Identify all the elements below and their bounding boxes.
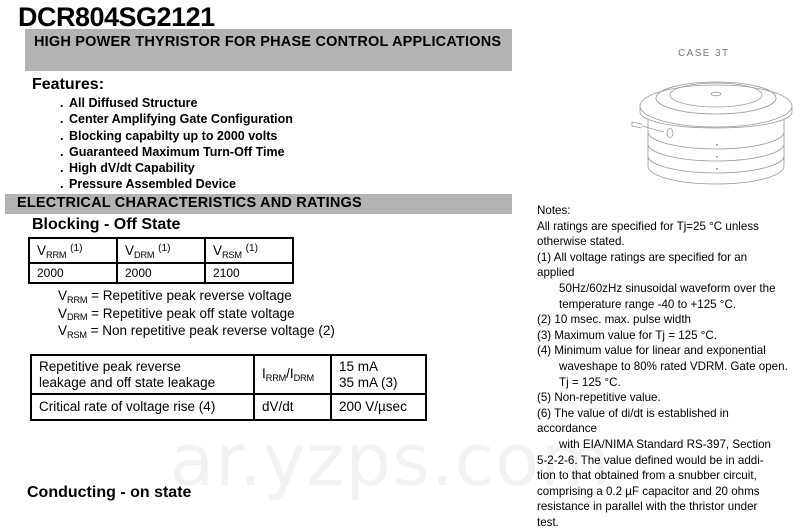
list-item: . All Diffused Structure: [60, 95, 480, 111]
legend-row: VRSM = Non repetitive peak reverse volta…: [58, 323, 335, 341]
list-item: . High dV/dt Capability: [60, 160, 480, 176]
notes-heading: Notes:: [537, 204, 571, 217]
symbol: V: [125, 243, 135, 258]
list-item: . Blocking capabilty up to 2000 volts: [60, 128, 480, 144]
symbol: V: [58, 288, 68, 303]
desc-line-1: Repetitive peak reverse: [39, 358, 181, 374]
feature-label: Blocking capabilty up to 2000 volts: [69, 128, 278, 143]
table-cell-value: 2000: [28, 262, 118, 284]
symbol-subscript: DRM: [134, 249, 155, 260]
note-line: tion to that obtained from a snubber cir…: [537, 469, 757, 483]
footnote-ref: (1): [158, 242, 171, 254]
note-line: with EIA/NIMA Standard RS-397, Section: [559, 437, 772, 451]
symbol: V: [37, 243, 47, 258]
feature-label: Center Amplifying Gate Configuration: [69, 112, 293, 127]
note-line: 50Hz/60zHz sinusoidal waveform over the: [559, 281, 776, 295]
table-header-cell: VRRM (1): [28, 237, 118, 264]
note-line: 5-2-2-6. The value defined would be in a…: [537, 453, 764, 467]
note-line: resistance in parallel with the thristor…: [537, 500, 758, 514]
table-row: 2000 2000 2100: [28, 262, 294, 284]
table-cell-description: Repetitive peak reverse leakage and off …: [30, 354, 255, 395]
note-line: comprising a 0.2 µF capacitor and 20 ohm…: [537, 484, 760, 498]
symbol: V: [58, 323, 68, 338]
note-line: (5) Non-repetitive value.: [537, 391, 661, 405]
note-line: (3) Maximum value for Tj = 125 °C.: [537, 328, 717, 342]
note-line: otherwise stated.: [537, 235, 625, 249]
value-line-2: 35 mA (3): [339, 374, 398, 390]
symbol-subscript: RRM: [265, 372, 287, 383]
footnote-ref: (1): [245, 242, 258, 254]
case-label: CASE 3T: [678, 48, 730, 59]
parameters-table: Repetitive peak reverse leakage and off …: [30, 354, 427, 421]
bullet-icon: .: [60, 128, 64, 143]
legend-text: = Non repetitive peak reverse voltage (2…: [90, 323, 335, 338]
table-row: VRRM (1) VDRM (1) VRSM (1): [28, 237, 294, 264]
datasheet-page: ar.yzps.com DCR804SG2121 HIGH POWER THYR…: [0, 0, 812, 529]
symbol-subscript: RRM: [67, 294, 88, 305]
desc-line-2: leakage and off state leakage: [39, 374, 216, 390]
table-cell-symbol: IRRM/IDRM: [253, 354, 332, 395]
note-line: temperature range -40 to +125 °C.: [559, 297, 737, 311]
symbol: V: [213, 243, 223, 258]
note-line: (1) All voltage ratings are specified fo…: [537, 250, 748, 264]
features-heading: Features:: [32, 76, 105, 93]
bullet-icon: .: [60, 144, 64, 159]
notes-section: Notes: All ratings are specified for Tj=…: [537, 203, 809, 530]
table-cell-value: 200 V/µsec: [330, 393, 427, 421]
feature-label: Pressure Assembled Device: [69, 177, 236, 192]
legend-text: = Repetitive peak reverse voltage: [91, 288, 292, 303]
list-item: . Guaranteed Maximum Turn-Off Time: [60, 144, 480, 160]
title-banner: HIGH POWER THYRISTOR FOR PHASE CONTROL A…: [25, 29, 512, 71]
bullet-icon: .: [60, 96, 64, 110]
electrical-section-banner: ELECTRICAL CHARACTERISTICS AND RATINGS: [5, 194, 512, 214]
legend-row: VRRM = Repetitive peak reverse voltage: [58, 288, 335, 306]
symbol-subscript: RSM: [67, 329, 87, 340]
legend-row: VDRM = Repetitive peak off state voltage: [58, 306, 335, 324]
feature-label: All Diffused Structure: [69, 96, 198, 110]
symbol-subscript: RRM: [46, 249, 67, 260]
symbol-legend: VRRM = Repetitive peak reverse voltage V…: [58, 288, 335, 341]
list-item: . Center Amplifying Gate Configuration: [60, 111, 480, 127]
value-line-1: 15 mA: [339, 358, 379, 374]
table-header-cell: VDRM (1): [116, 237, 206, 264]
note-line: (2) 10 msec. max. pulse width: [537, 313, 691, 327]
blocking-voltage-table: VRRM (1) VDRM (1) VRSM (1) 2000 2000 210…: [28, 237, 294, 284]
feature-label: High dV/dt Capability: [69, 161, 195, 176]
symbol-subscript: DRM: [67, 312, 88, 323]
table-row: Critical rate of voltage rise (4) dV/dt …: [30, 393, 427, 421]
legend-text: = Repetitive peak off state voltage: [91, 305, 295, 321]
note-line: All ratings are specified for Tj=25 °C u…: [537, 219, 759, 233]
symbol-subscript: RSM: [222, 249, 242, 260]
table-cell-value: 2100: [204, 262, 294, 284]
symbol: V: [58, 305, 68, 321]
note-line: (6) The value of di/dt is established in: [537, 406, 729, 420]
bullet-icon: .: [60, 177, 64, 192]
table-cell-symbol: dV/dt: [253, 393, 332, 421]
list-item: . Pressure Assembled Device: [60, 176, 480, 192]
note-line: applied: [537, 266, 575, 280]
table-cell-description: Critical rate of voltage rise (4): [30, 393, 255, 421]
table-cell-value: 2000: [116, 262, 206, 284]
features-list: . All Diffused Structure . Center Amplifyi…: [60, 95, 480, 193]
note-line: accordance: [537, 422, 597, 436]
bullet-icon: .: [60, 161, 64, 176]
footnote-ref: (1): [70, 242, 83, 254]
table-row: Repetitive peak reverse leakage and off …: [30, 354, 427, 395]
thyristor-package-icon: [631, 81, 793, 185]
note-line: (4) Minimum value for linear and exponen…: [537, 344, 766, 358]
conducting-heading: Conducting - on state: [27, 484, 192, 501]
bullet-icon: .: [60, 112, 64, 127]
symbol-subscript: DRM: [293, 372, 314, 383]
table-cell-value: 15 mA 35 mA (3): [330, 354, 427, 395]
note-line: Tj = 125 °C.: [559, 375, 621, 389]
note-line: test.: [537, 515, 559, 529]
blocking-heading: Blocking - Off State: [32, 216, 181, 233]
note-line: waveshape to 80% rated VDRM. Gate open.: [559, 359, 788, 373]
feature-label: Guaranteed Maximum Turn-Off Time: [69, 144, 285, 159]
table-header-cell: VRSM (1): [204, 237, 294, 264]
